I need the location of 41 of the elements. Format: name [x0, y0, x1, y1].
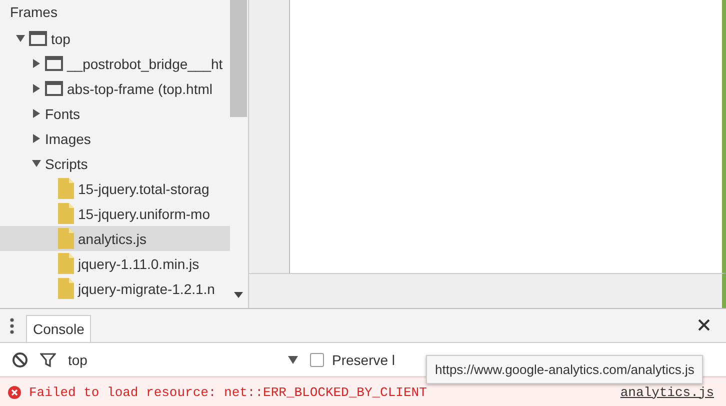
- expanded-arrow-icon[interactable]: [32, 159, 41, 168]
- tree-item[interactable]: Images: [0, 126, 230, 151]
- panel-title: Frames: [9, 3, 58, 22]
- dropdown-arrow-icon: [288, 356, 298, 364]
- frame-icon: [29, 31, 47, 46]
- error-icon: [8, 386, 21, 398]
- collapsed-arrow-icon[interactable]: [32, 134, 41, 143]
- tree-item[interactable]: jquery-1.11.0.min.js: [0, 251, 230, 276]
- source-link[interactable]: analytics.js: [620, 384, 714, 400]
- close-icon[interactable]: [698, 319, 710, 331]
- frame-icon: [45, 56, 63, 71]
- file-icon: [58, 253, 74, 274]
- clear-icon[interactable]: [12, 352, 28, 368]
- file-icon: [58, 228, 74, 249]
- tree-item[interactable]: 15-jquery.uniform-mo: [0, 201, 230, 226]
- collapsed-arrow-icon[interactable]: [32, 84, 41, 93]
- file-icon: [58, 203, 74, 224]
- scrollbar-thumb[interactable]: [230, 0, 247, 117]
- tree-item[interactable]: 15-jquery.total-storag: [0, 176, 230, 201]
- tree-item[interactable]: jquery-migrate-1.2.1.n: [0, 276, 230, 301]
- tree-item[interactable]: __postrobot_bridge___ht: [0, 51, 230, 76]
- scroll-down-icon[interactable]: [234, 292, 243, 298]
- expanded-arrow-icon[interactable]: [16, 34, 25, 43]
- file-icon: [58, 278, 74, 299]
- tree-item[interactable]: top: [0, 26, 230, 51]
- tree-item[interactable]: Scripts: [0, 151, 230, 176]
- tooltip: https://www.google-analytics.com/analytics.js: [426, 355, 704, 384]
- checkbox[interactable]: [310, 352, 324, 366]
- file-icon: [58, 178, 74, 199]
- collapsed-arrow-icon[interactable]: [32, 109, 41, 118]
- console-tab[interactable]: Console: [26, 315, 92, 342]
- checkbox-label: Preserve l: [332, 352, 396, 368]
- context-select[interactable]: top: [68, 352, 298, 368]
- message-text: Failed to load resource: net::ERR_BLOCKED_BY_CLIENT: [29, 384, 427, 400]
- collapsed-arrow-icon[interactable]: [32, 59, 41, 68]
- tree-item[interactable]: analytics.js: [0, 226, 230, 251]
- tree-item[interactable]: Fonts: [0, 101, 230, 126]
- frame-icon: [45, 81, 63, 96]
- tree-item[interactable]: abs-top-frame (top.html: [0, 76, 230, 101]
- filter-icon[interactable]: [40, 352, 56, 368]
- more-menu-icon[interactable]: [10, 318, 14, 334]
